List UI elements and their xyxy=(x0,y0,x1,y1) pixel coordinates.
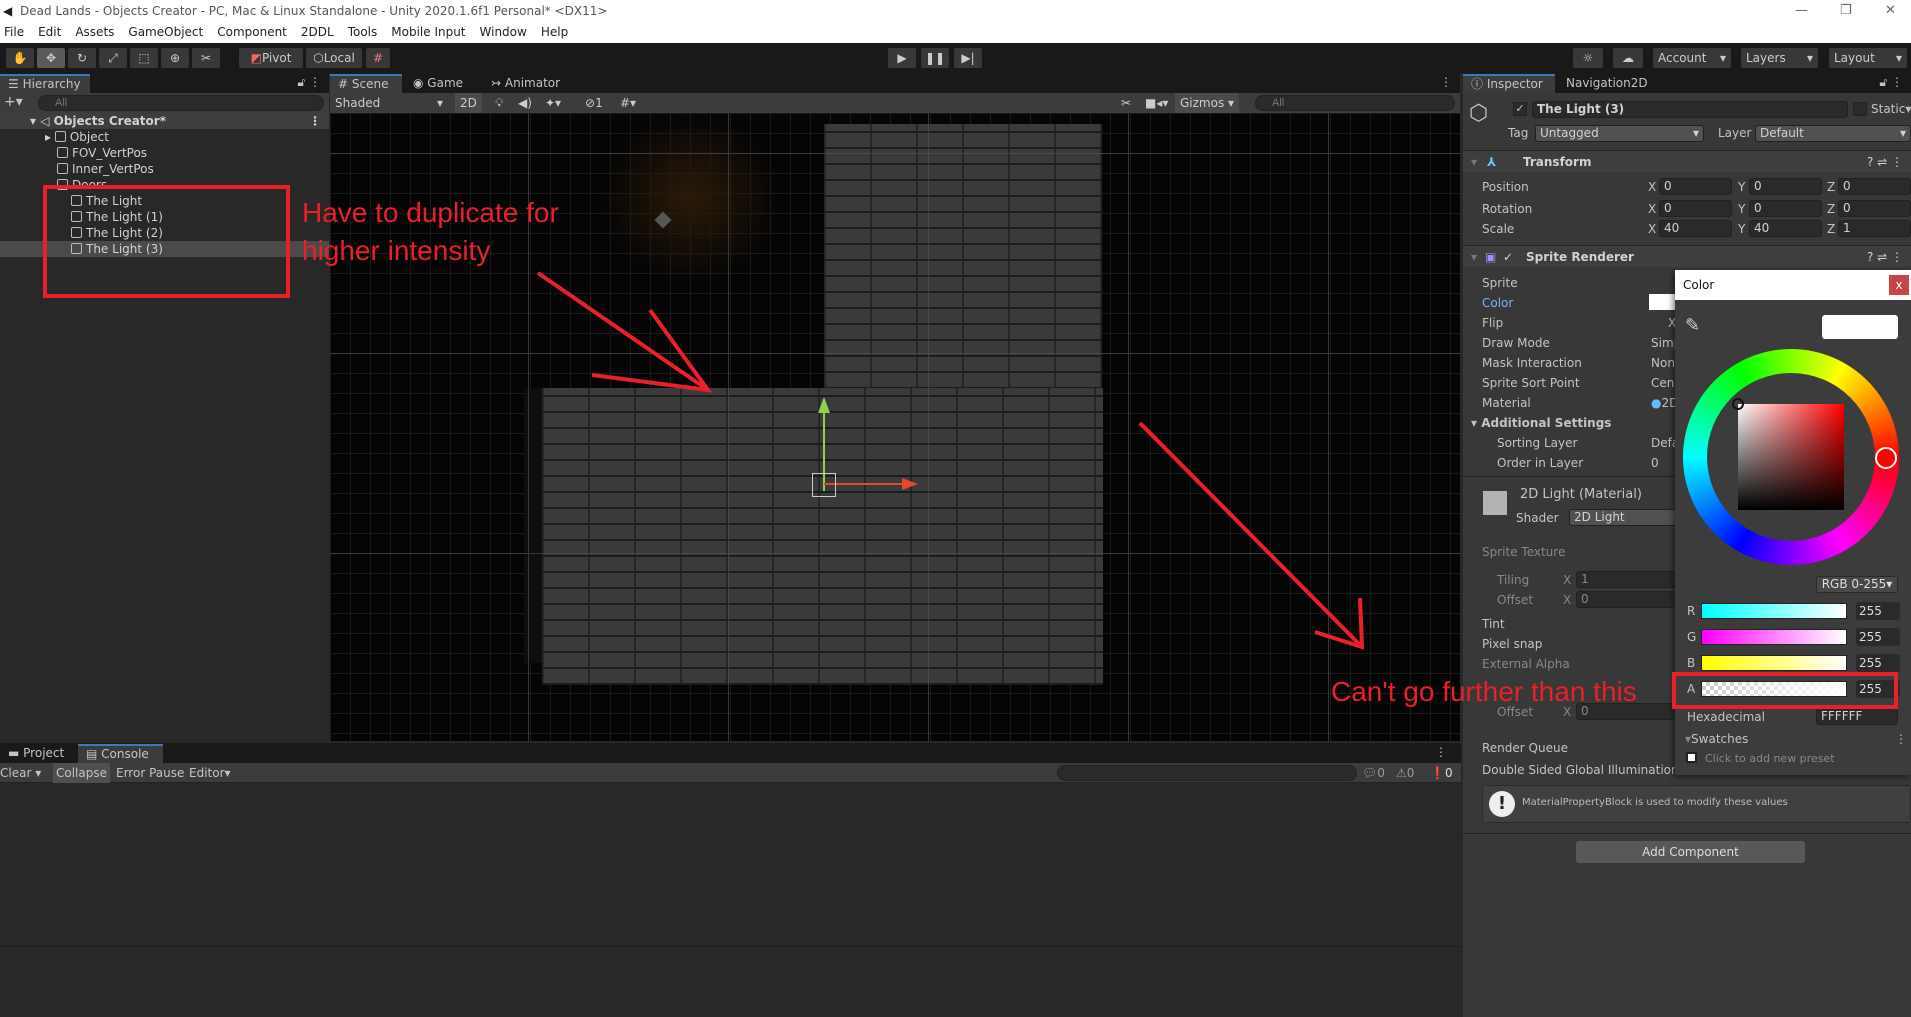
arrow-line-top xyxy=(536,271,710,392)
scale-x[interactable]: 40 xyxy=(1659,220,1732,237)
arrow-line-bottom xyxy=(1138,421,1364,649)
editor-dropdown[interactable]: Editor▾ xyxy=(189,766,231,780)
tab-inspector[interactable]: ⓘ Inspector xyxy=(1463,74,1555,93)
sprite-renderer-enabled-checkbox[interactable]: ✓ xyxy=(1503,246,1513,268)
additional-settings-foldout[interactable]: ▾ Additional Settings xyxy=(1471,416,1611,430)
annotation-box-alpha xyxy=(1672,672,1898,709)
transform-icon: ⅄ xyxy=(1487,155,1497,169)
more-icon[interactable]: ⋮ xyxy=(1435,745,1447,759)
annotation-top-text: Have to duplicate for higher intensity xyxy=(302,197,559,266)
hue-handle[interactable] xyxy=(1875,447,1897,469)
g-slider[interactable] xyxy=(1701,629,1847,645)
error-pause-toggle[interactable]: Error Pause xyxy=(116,766,184,780)
rotation-z[interactable]: 0 xyxy=(1838,200,1911,217)
collapse-toggle[interactable]: Collapse xyxy=(53,763,110,783)
shader-dropdown[interactable]: 2D Light xyxy=(1569,509,1679,526)
eyedropper-icon[interactable]: ✎ xyxy=(1685,315,1700,336)
gameobject-cube-icon: ⬡ xyxy=(1469,101,1489,126)
tab-console[interactable]: ▤ Console xyxy=(78,744,163,763)
rotation-x[interactable]: 0 xyxy=(1659,200,1732,217)
clear-button[interactable]: Clear ▾ xyxy=(0,766,41,780)
sprite-label: Sprite xyxy=(1482,276,1518,290)
scale-z[interactable]: 1 xyxy=(1838,220,1911,237)
color-swatch[interactable] xyxy=(1649,294,1675,310)
sprite-renderer-header[interactable]: ▾ ▣ ✓ Sprite Renderer? ⇌ ⋮ xyxy=(1463,245,1911,267)
color-mode-dropdown[interactable]: RGB 0-255▾ xyxy=(1816,576,1898,593)
material-preview-icon xyxy=(1483,491,1507,515)
sv-handle[interactable] xyxy=(1732,398,1744,410)
warning-count-toggle[interactable]: ⚠0 xyxy=(1396,766,1414,780)
static-checkbox[interactable] xyxy=(1853,102,1867,116)
g-value[interactable]: 255 xyxy=(1856,628,1900,646)
material-title: 2D Light (Material) xyxy=(1520,487,1642,502)
layer-label: Layer xyxy=(1718,126,1752,140)
sort-point-dropdown[interactable]: Cen xyxy=(1651,376,1674,390)
b-value[interactable]: 255 xyxy=(1856,654,1900,672)
swatches-foldout[interactable]: ▾Swatches xyxy=(1685,732,1748,746)
r-value[interactable]: 255 xyxy=(1856,602,1900,620)
tiling-x[interactable]: 1 xyxy=(1576,571,1676,588)
saturation-value-square[interactable] xyxy=(1738,404,1844,510)
transform-header[interactable]: ▾ ⅄ Transform? ⇌ ⋮ xyxy=(1463,150,1911,172)
offset-x[interactable]: 0 xyxy=(1576,591,1676,608)
scale-y[interactable]: 40 xyxy=(1749,220,1822,237)
info-icon: ! xyxy=(1489,791,1515,817)
object-name-field[interactable]: The Light (3) xyxy=(1532,101,1848,118)
position-y[interactable]: 0 xyxy=(1749,178,1822,195)
order-in-layer-field[interactable]: 0 xyxy=(1651,456,1659,470)
active-checkbox[interactable]: ✓ xyxy=(1513,102,1527,116)
mask-interaction-dropdown[interactable]: Non xyxy=(1651,356,1675,370)
tab-project[interactable]: ▬ Project xyxy=(0,744,72,763)
console-panel: ▬ Project ▤ Console ⋮ Clear ▾ Collapse E… xyxy=(0,743,1461,1017)
static-dropdown[interactable]: Static▾ xyxy=(1871,102,1911,116)
console-search-input[interactable] xyxy=(1057,765,1357,781)
r-slider[interactable] xyxy=(1701,603,1847,619)
b-slider[interactable] xyxy=(1701,655,1847,671)
layer-dropdown[interactable]: Default ▾ xyxy=(1755,125,1911,142)
color-label: Color xyxy=(1482,296,1514,310)
color-picker-titlebar: Color x xyxy=(1675,270,1911,300)
annotation-bottom-text: Can't go further than this xyxy=(1331,676,1637,707)
position-z[interactable]: 0 xyxy=(1838,178,1911,195)
tag-dropdown[interactable]: Untagged ▾ xyxy=(1535,125,1704,142)
tab-navigation2d[interactable]: Navigation2D xyxy=(1558,74,1656,93)
info-count-toggle[interactable]: 💬︎0 xyxy=(1362,766,1385,780)
position-x[interactable]: 0 xyxy=(1659,178,1732,195)
preset-swatch[interactable] xyxy=(1686,752,1697,763)
lock-icon[interactable]: 🔓︎ ⋮ xyxy=(1879,75,1903,90)
add-component-button[interactable]: Add Component xyxy=(1576,841,1805,863)
tag-label: Tag xyxy=(1508,126,1529,140)
error-count-toggle[interactable]: ❗0 xyxy=(1430,766,1453,780)
close-picker-button[interactable]: x xyxy=(1889,275,1909,295)
current-color-preview xyxy=(1822,315,1898,339)
hex-field[interactable]: FFFFFF xyxy=(1816,708,1898,725)
info-box: ! MaterialPropertyBlock is used to modif… xyxy=(1482,785,1911,823)
swatches-menu-icon[interactable]: ⋮ xyxy=(1895,732,1907,746)
rotation-y[interactable]: 0 xyxy=(1749,200,1822,217)
console-divider xyxy=(0,946,1461,947)
annotation-box-lights xyxy=(43,185,290,298)
sprite-renderer-icon: ▣ xyxy=(1485,250,1497,264)
